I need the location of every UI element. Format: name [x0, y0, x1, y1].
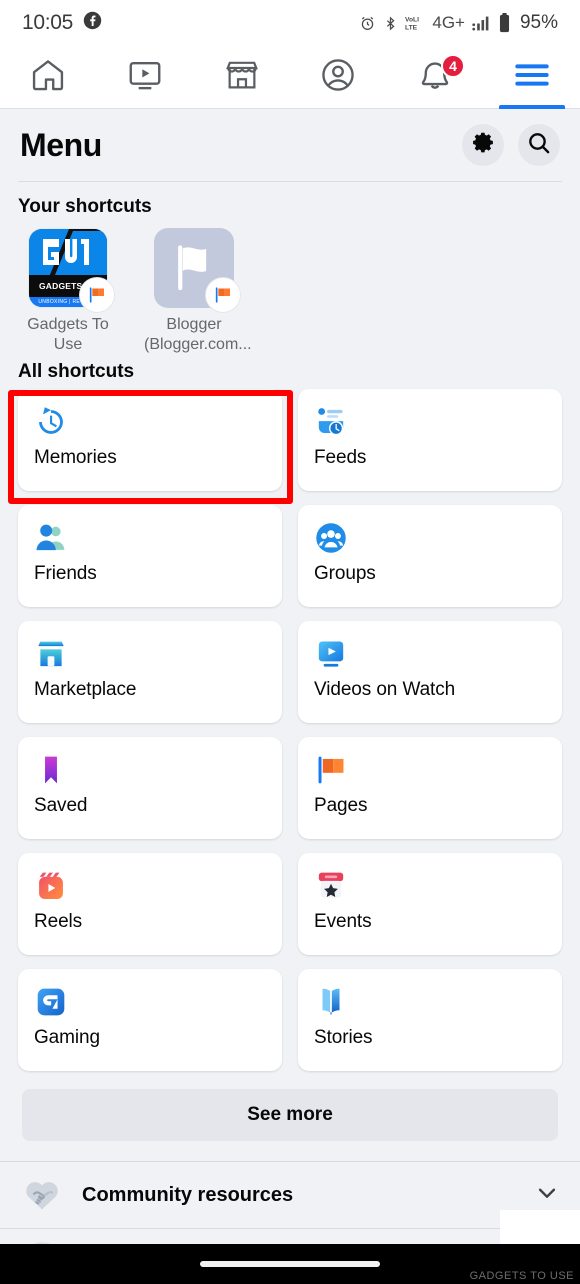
bookmark-icon: [34, 751, 266, 789]
shortcut-card-feeds[interactable]: Feeds: [298, 389, 562, 491]
notification-badge: 4: [441, 54, 466, 78]
page-title: Menu: [20, 126, 102, 163]
shortcut-card-label: Marketplace: [34, 679, 137, 700]
nav-tab-notifications[interactable]: 4: [387, 46, 484, 108]
your-shortcuts-list: GADGETS TO UNBOXING | REVIEWS Gadgets To…: [0, 228, 580, 355]
svg-text:LTE: LTE: [405, 25, 418, 32]
header-actions: [462, 124, 560, 166]
home-indicator[interactable]: [200, 1261, 380, 1267]
feeds-clock-icon: [314, 403, 546, 441]
pages-flag-icon: [80, 278, 114, 312]
shortcut-card-videos-on-watch[interactable]: Videos on Watch: [298, 621, 562, 723]
store-icon: [223, 56, 261, 99]
all-shortcuts-grid: Memories Feeds Friends Groups Marketplac…: [0, 389, 580, 1071]
hamburger-menu-icon: [512, 58, 552, 97]
person-circle-icon: [319, 56, 357, 99]
shortcut-thumb: GADGETS TO UNBOXING | REVIEWS: [28, 228, 114, 312]
marketplace-store-icon: [34, 635, 266, 673]
shortcut-card-stories[interactable]: Stories: [298, 969, 562, 1071]
top-nav-tabs: 4: [0, 46, 580, 109]
svg-text:VoLI: VoLI: [405, 17, 419, 24]
shortcut-card-marketplace[interactable]: Marketplace: [18, 621, 282, 723]
settings-button[interactable]: [462, 124, 504, 166]
shortcut-card-label: Events: [314, 911, 372, 932]
nav-tab-home[interactable]: [0, 46, 97, 108]
shortcut-card-memories[interactable]: Memories: [18, 389, 282, 491]
nav-tab-profile[interactable]: [290, 46, 387, 108]
shortcut-card-label: Gaming: [34, 1027, 100, 1048]
battery-percent: 95%: [519, 12, 558, 33]
watermark-backdrop: [500, 1210, 580, 1244]
shortcut-card-label: Reels: [34, 911, 83, 932]
nav-tab-video[interactable]: [97, 46, 194, 108]
video-play-icon: [126, 56, 164, 99]
signal-bars-icon: [472, 15, 491, 32]
shortcut-thumb: [154, 228, 240, 312]
shortcut-card-pages[interactable]: Pages: [298, 737, 562, 839]
list-item-label: Community resources: [82, 1183, 294, 1206]
status-bar-right: VoLI LTE 4G+ 95%: [359, 12, 558, 34]
friends-icon: [34, 519, 266, 557]
shortcut-card-label: Videos on Watch: [314, 679, 456, 700]
menu-header: Menu: [0, 109, 580, 181]
watch-video-icon: [314, 635, 546, 673]
nav-tab-marketplace[interactable]: [193, 46, 290, 108]
see-more-wrap: See more: [0, 1071, 580, 1161]
search-button[interactable]: [518, 124, 560, 166]
pages-flag-icon: [206, 278, 240, 312]
shortcut-card-friends[interactable]: Friends: [18, 505, 282, 607]
shortcut-card-label: Groups: [314, 563, 376, 584]
shortcut-card-label: Memories: [34, 447, 117, 468]
volte-icon: VoLI LTE: [405, 14, 425, 32]
shortcut-label: Blogger (Blogger.com...: [144, 316, 252, 353]
watermark-text: GADGETS TO USE: [469, 1270, 574, 1282]
shortcut-card-reels[interactable]: Reels: [18, 853, 282, 955]
bluetooth-icon: [383, 15, 398, 32]
shortcut-card-events[interactable]: Events: [298, 853, 562, 955]
list-item-community-resources[interactable]: Community resources: [0, 1162, 580, 1228]
clock-rewind-icon: [34, 403, 266, 441]
status-bar: 10:05 VoLI LTE 4G+ 95%: [0, 0, 580, 46]
all-shortcuts-title: All shortcuts: [18, 361, 135, 382]
events-calendar-icon: [314, 867, 546, 905]
shortcut-card-label: Stories: [314, 1027, 373, 1048]
shortcut-item-gadgets-to-use[interactable]: GADGETS TO UNBOXING | REVIEWS Gadgets To…: [18, 228, 118, 355]
see-more-button[interactable]: See more: [22, 1089, 558, 1141]
shortcut-card-label: Pages: [314, 795, 368, 816]
gaming-controller-icon: [34, 983, 266, 1021]
reels-icon: [34, 867, 266, 905]
shortcut-card-label: Friends: [34, 563, 97, 584]
shortcut-card-groups[interactable]: Groups: [298, 505, 562, 607]
status-time: 10:05: [22, 11, 74, 34]
shortcut-label: Gadgets To Use: [27, 316, 109, 353]
chevron-down-icon[interactable]: [534, 1180, 560, 1211]
facebook-icon: [83, 11, 102, 35]
search-icon: [526, 130, 552, 161]
alarm-icon: [359, 15, 376, 32]
pages-flag-icon: [314, 751, 546, 789]
home-icon: [29, 56, 67, 99]
nav-tab-menu[interactable]: [483, 46, 580, 109]
handshake-heart-icon: [20, 1173, 64, 1217]
gear-icon: [471, 130, 496, 160]
shortcut-card-gaming[interactable]: Gaming: [18, 969, 282, 1071]
shortcut-card-label: Saved: [34, 795, 88, 816]
groups-icon: [314, 519, 546, 557]
shortcut-card-label: Feeds: [314, 447, 367, 468]
status-bar-left: 10:05: [22, 11, 102, 35]
your-shortcuts-title: Your shortcuts: [18, 196, 152, 217]
stories-book-icon: [314, 983, 546, 1021]
phone-screen: 10:05 VoLI LTE 4G+ 95% 4 Menu Your short…: [0, 0, 580, 1284]
battery-icon: [498, 13, 511, 33]
shortcut-item-blogger[interactable]: Blogger (Blogger.com...: [144, 228, 252, 355]
shortcut-card-saved[interactable]: Saved: [18, 737, 282, 839]
network-type: 4G+: [432, 13, 465, 32]
